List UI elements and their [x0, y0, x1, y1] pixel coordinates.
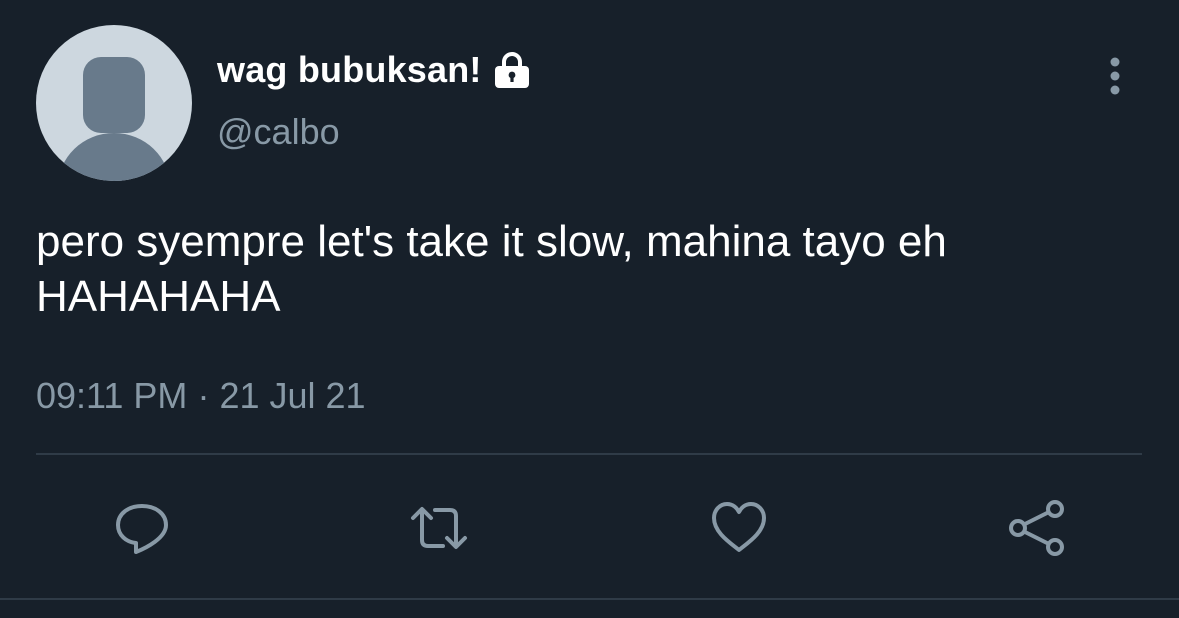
bottom-divider	[0, 598, 1179, 600]
tweet-card: wag bubuksan! @calbo pero syempre let's …	[0, 0, 1179, 618]
tweet-time: 09:11 PM	[36, 375, 188, 416]
retweet-arrows-icon	[411, 507, 467, 549]
like-button[interactable]	[707, 498, 771, 558]
share-nodes-icon	[1009, 500, 1064, 556]
avatar[interactable]	[36, 25, 192, 181]
tweet-text: pero syempre let's take it slow, mahina …	[36, 217, 947, 321]
share-button[interactable]	[1005, 498, 1069, 558]
author-name-row: wag bubuksan!	[217, 48, 532, 92]
default-avatar-icon	[36, 25, 192, 181]
timestamp-separator: ·	[197, 375, 210, 416]
heart-icon	[712, 502, 766, 552]
reply-button[interactable]	[110, 498, 174, 558]
tweet-date: 21 Jul 21	[219, 375, 366, 416]
divider	[36, 453, 1142, 455]
timestamp-row: 09:11 PM · 21 Jul 21	[36, 374, 366, 418]
lock-icon	[492, 50, 532, 90]
retweet-button[interactable]	[407, 498, 471, 558]
user-handle[interactable]: @calbo	[217, 110, 340, 154]
vertical-ellipsis-icon[interactable]	[1098, 54, 1132, 98]
display-name[interactable]: wag bubuksan!	[217, 48, 482, 92]
speech-bubble-icon	[116, 504, 168, 554]
